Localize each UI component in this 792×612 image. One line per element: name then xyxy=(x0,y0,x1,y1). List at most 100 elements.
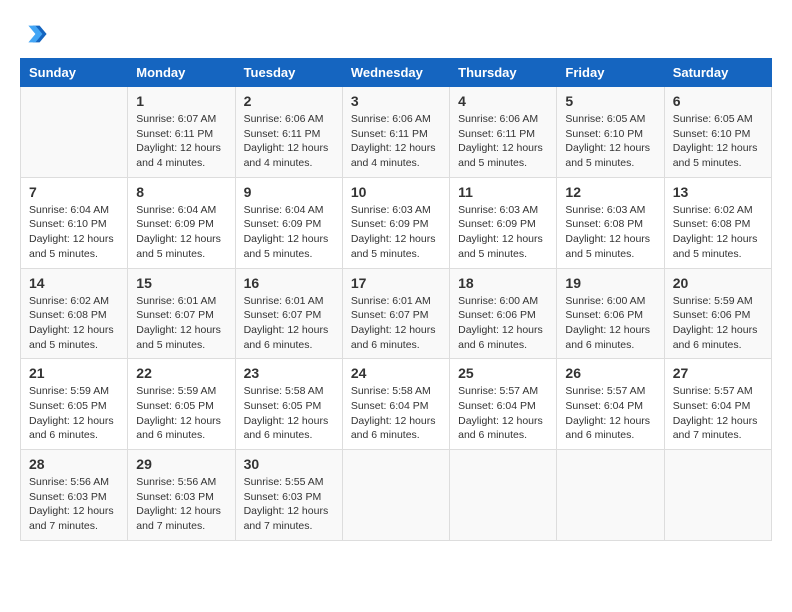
day-number: 7 xyxy=(29,184,119,200)
day-info: Sunrise: 6:00 AMSunset: 6:06 PMDaylight:… xyxy=(458,294,548,353)
day-number: 23 xyxy=(244,365,334,381)
day-of-week-header: Monday xyxy=(128,59,235,87)
day-info: Sunrise: 5:57 AMSunset: 6:04 PMDaylight:… xyxy=(673,384,763,443)
calendar-day-cell: 18 Sunrise: 6:00 AMSunset: 6:06 PMDayligh… xyxy=(450,268,557,359)
day-number: 20 xyxy=(673,275,763,291)
day-info: Sunrise: 6:01 AMSunset: 6:07 PMDaylight:… xyxy=(244,294,334,353)
calendar-day-cell: 7 Sunrise: 6:04 AMSunset: 6:10 PMDaylight… xyxy=(21,177,128,268)
day-number: 14 xyxy=(29,275,119,291)
calendar-day-cell: 13 Sunrise: 6:02 AMSunset: 6:08 PMDayligh… xyxy=(664,177,771,268)
calendar-day-cell: 3 Sunrise: 6:06 AMSunset: 6:11 PMDaylight… xyxy=(342,87,449,178)
day-info: Sunrise: 5:59 AMSunset: 6:06 PMDaylight:… xyxy=(673,294,763,353)
calendar-day-cell xyxy=(21,87,128,178)
calendar-day-cell: 6 Sunrise: 6:05 AMSunset: 6:10 PMDaylight… xyxy=(664,87,771,178)
calendar-day-cell xyxy=(557,450,664,541)
day-of-week-header: Thursday xyxy=(450,59,557,87)
day-number: 8 xyxy=(136,184,226,200)
calendar-day-cell xyxy=(450,450,557,541)
day-info: Sunrise: 6:02 AMSunset: 6:08 PMDaylight:… xyxy=(29,294,119,353)
calendar-day-cell: 25Sunrise: 5:57 AMSunset: 6:04 PMDayligh… xyxy=(450,359,557,450)
calendar-day-cell: 4 Sunrise: 6:06 AMSunset: 6:11 PMDaylight… xyxy=(450,87,557,178)
day-info: Sunrise: 5:59 AMSunset: 6:05 PMDaylight:… xyxy=(29,384,119,443)
day-info: Sunrise: 6:07 AMSunset: 6:11 PMDaylight:… xyxy=(136,112,226,171)
day-number: 22 xyxy=(136,365,226,381)
calendar-day-cell: 14 Sunrise: 6:02 AMSunset: 6:08 PMDayligh… xyxy=(21,268,128,359)
calendar-day-cell: 29 Sunrise: 5:56 AMSunset: 6:03 PMDayligh… xyxy=(128,450,235,541)
day-number: 18 xyxy=(458,275,548,291)
calendar-day-cell: 20 Sunrise: 5:59 AMSunset: 6:06 PMDayligh… xyxy=(664,268,771,359)
calendar-day-cell: 5 Sunrise: 6:05 AMSunset: 6:10 PMDaylight… xyxy=(557,87,664,178)
day-number: 21 xyxy=(29,365,119,381)
day-info: Sunrise: 6:06 AMSunset: 6:11 PMDaylight:… xyxy=(244,112,334,171)
calendar-day-cell: 19 Sunrise: 6:00 AMSunset: 6:06 PMDayligh… xyxy=(557,268,664,359)
day-info: Sunrise: 5:57 AMSunset: 6:04 PMDaylight:… xyxy=(458,384,548,443)
day-number: 9 xyxy=(244,184,334,200)
day-info: Sunrise: 6:00 AMSunset: 6:06 PMDaylight:… xyxy=(565,294,655,353)
calendar-day-cell: 28Sunrise: 5:56 AMSunset: 6:03 PMDayligh… xyxy=(21,450,128,541)
day-of-week-header: Sunday xyxy=(21,59,128,87)
logo xyxy=(20,20,52,48)
day-number: 15 xyxy=(136,275,226,291)
day-info: Sunrise: 6:03 AMSunset: 6:09 PMDaylight:… xyxy=(458,203,548,262)
day-number: 11 xyxy=(458,184,548,200)
day-info: Sunrise: 6:05 AMSunset: 6:10 PMDaylight:… xyxy=(565,112,655,171)
day-info: Sunrise: 6:04 AMSunset: 6:09 PMDaylight:… xyxy=(136,203,226,262)
logo-icon xyxy=(20,20,48,48)
day-number: 26 xyxy=(565,365,655,381)
calendar-day-cell: 30 Sunrise: 5:55 AMSunset: 6:03 PMDayligh… xyxy=(235,450,342,541)
day-info: Sunrise: 6:06 AMSunset: 6:11 PMDaylight:… xyxy=(458,112,548,171)
calendar-day-cell: 15 Sunrise: 6:01 AMSunset: 6:07 PMDayligh… xyxy=(128,268,235,359)
calendar-day-cell: 1 Sunrise: 6:07 AMSunset: 6:11 PMDaylight… xyxy=(128,87,235,178)
day-number: 2 xyxy=(244,93,334,109)
calendar-week-row: 21 Sunrise: 5:59 AMSunset: 6:05 PMDayligh… xyxy=(21,359,772,450)
day-number: 19 xyxy=(565,275,655,291)
day-number: 17 xyxy=(351,275,441,291)
day-info: Sunrise: 6:01 AMSunset: 6:07 PMDaylight:… xyxy=(351,294,441,353)
day-number: 6 xyxy=(673,93,763,109)
day-of-week-header: Tuesday xyxy=(235,59,342,87)
calendar-week-row: 7 Sunrise: 6:04 AMSunset: 6:10 PMDaylight… xyxy=(21,177,772,268)
calendar-week-row: 1 Sunrise: 6:07 AMSunset: 6:11 PMDaylight… xyxy=(21,87,772,178)
day-number: 3 xyxy=(351,93,441,109)
day-info: Sunrise: 6:01 AMSunset: 6:07 PMDaylight:… xyxy=(136,294,226,353)
calendar-day-cell: 2 Sunrise: 6:06 AMSunset: 6:11 PMDaylight… xyxy=(235,87,342,178)
calendar-day-cell: 9Sunrise: 6:04 AMSunset: 6:09 PMDaylight… xyxy=(235,177,342,268)
day-number: 10 xyxy=(351,184,441,200)
day-of-week-header: Wednesday xyxy=(342,59,449,87)
day-info: Sunrise: 5:57 AMSunset: 6:04 PMDaylight:… xyxy=(565,384,655,443)
calendar-day-cell: 8 Sunrise: 6:04 AMSunset: 6:09 PMDaylight… xyxy=(128,177,235,268)
calendar-week-row: 14 Sunrise: 6:02 AMSunset: 6:08 PMDayligh… xyxy=(21,268,772,359)
day-info: Sunrise: 5:58 AMSunset: 6:05 PMDaylight:… xyxy=(244,384,334,443)
day-number: 27 xyxy=(673,365,763,381)
day-info: Sunrise: 6:06 AMSunset: 6:11 PMDaylight:… xyxy=(351,112,441,171)
day-number: 1 xyxy=(136,93,226,109)
day-number: 5 xyxy=(565,93,655,109)
calendar-day-cell: 12 Sunrise: 6:03 AMSunset: 6:08 PMDayligh… xyxy=(557,177,664,268)
day-info: Sunrise: 6:02 AMSunset: 6:08 PMDaylight:… xyxy=(673,203,763,262)
calendar-day-cell xyxy=(342,450,449,541)
day-number: 29 xyxy=(136,456,226,472)
calendar-header-row: SundayMondayTuesdayWednesdayThursdayFrid… xyxy=(21,59,772,87)
day-number: 24 xyxy=(351,365,441,381)
day-number: 28 xyxy=(29,456,119,472)
day-info: Sunrise: 6:05 AMSunset: 6:10 PMDaylight:… xyxy=(673,112,763,171)
day-number: 13 xyxy=(673,184,763,200)
calendar-day-cell: 10Sunrise: 6:03 AMSunset: 6:09 PMDayligh… xyxy=(342,177,449,268)
calendar-day-cell: 22Sunrise: 5:59 AMSunset: 6:05 PMDayligh… xyxy=(128,359,235,450)
calendar-day-cell: 26 Sunrise: 5:57 AMSunset: 6:04 PMDayligh… xyxy=(557,359,664,450)
calendar-day-cell: 16 Sunrise: 6:01 AMSunset: 6:07 PMDayligh… xyxy=(235,268,342,359)
day-number: 4 xyxy=(458,93,548,109)
day-number: 16 xyxy=(244,275,334,291)
day-of-week-header: Friday xyxy=(557,59,664,87)
calendar-day-cell: 27 Sunrise: 5:57 AMSunset: 6:04 PMDayligh… xyxy=(664,359,771,450)
day-info: Sunrise: 5:56 AMSunset: 6:03 PMDaylight:… xyxy=(136,475,226,534)
day-number: 30 xyxy=(244,456,334,472)
day-info: Sunrise: 6:03 AMSunset: 6:08 PMDaylight:… xyxy=(565,203,655,262)
page-header xyxy=(20,20,772,48)
calendar-week-row: 28 Sunrise: 5:56 AMSunset: 6:03 PMDayligh… xyxy=(21,450,772,541)
calendar-day-cell: 21 Sunrise: 5:59 AMSunset: 6:05 PMDayligh… xyxy=(21,359,128,450)
day-info: Sunrise: 5:55 AMSunset: 6:03 PMDaylight:… xyxy=(244,475,334,534)
calendar-day-cell: 24Sunrise: 5:58 AMSunset: 6:04 PMDayligh… xyxy=(342,359,449,450)
day-info: Sunrise: 6:04 AMSunset: 6:10 PMDaylight:… xyxy=(29,203,119,262)
day-number: 12 xyxy=(565,184,655,200)
